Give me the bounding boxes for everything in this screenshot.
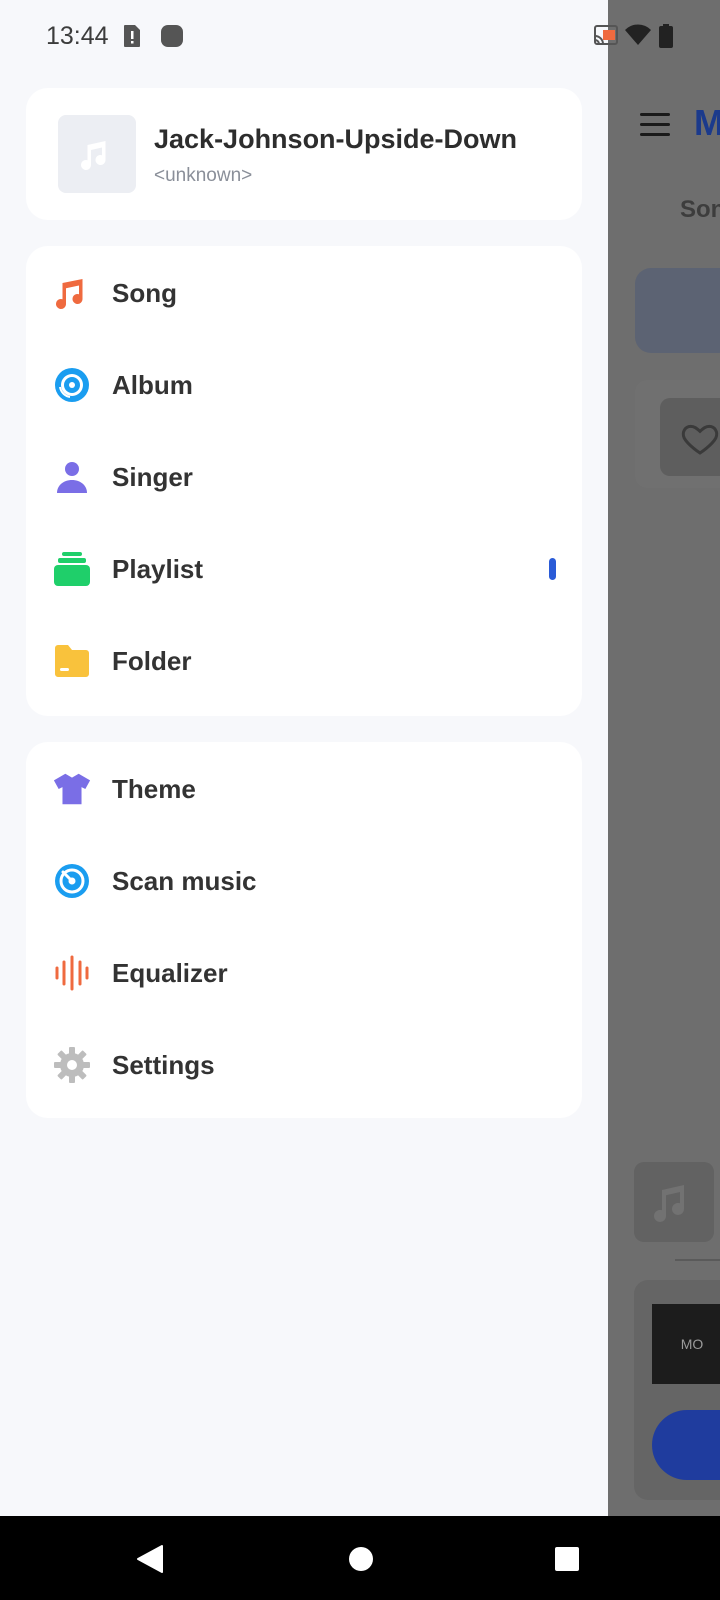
background-divider — [675, 1259, 720, 1261]
menu-item-singer[interactable]: Singer — [26, 430, 582, 524]
home-icon[interactable] — [348, 1546, 374, 1577]
system-navigation-bar — [0, 1516, 720, 1600]
menu-item-label: Scan music — [112, 865, 257, 896]
menu-item-label: Song — [112, 277, 177, 308]
wifi-icon — [625, 24, 651, 51]
menu-item-label: Equalizer — [112, 957, 228, 988]
background-app-title: M — [694, 102, 720, 143]
album-disc-icon — [52, 365, 92, 405]
cast-icon — [593, 24, 619, 51]
scan-icon — [52, 861, 92, 901]
tshirt-icon — [52, 769, 92, 809]
folder-icon — [52, 641, 92, 681]
music-note-icon — [52, 273, 92, 313]
gear-icon — [52, 1045, 92, 1085]
tools-menu: Theme Scan music Equalizer Settings — [26, 742, 582, 1118]
menu-item-label: Singer — [112, 461, 193, 492]
background-song-art — [634, 1162, 714, 1242]
library-menu: Song Album Singer Playlist Folder — [26, 246, 582, 716]
menu-item-label: Settings — [112, 1049, 215, 1080]
status-time: 13:44 — [46, 22, 109, 50]
menu-item-playlist[interactable]: Playlist — [26, 522, 582, 616]
now-playing-title: Jack-Johnson-Upside-Down — [154, 124, 518, 154]
background-mini-label: MO — [652, 1304, 720, 1384]
status-bar: 13:44 — [0, 0, 720, 72]
background-card — [635, 268, 720, 353]
back-icon[interactable] — [136, 1544, 164, 1579]
menu-item-folder[interactable]: Folder — [26, 614, 582, 708]
recents-icon[interactable] — [554, 1546, 580, 1577]
person-icon — [52, 457, 92, 497]
now-playing-artist: <unknown> — [154, 165, 253, 186]
menu-item-song[interactable]: Song — [26, 246, 582, 340]
menu-item-label: Playlist — [112, 553, 204, 584]
menu-item-settings[interactable]: Settings — [26, 1018, 582, 1112]
album-art-placeholder-icon — [58, 115, 136, 193]
menu-item-label: Folder — [112, 645, 192, 676]
app-notification-icon — [160, 24, 184, 53]
battery-icon — [658, 24, 674, 53]
heart-icon — [660, 398, 720, 476]
selected-indicator — [549, 558, 556, 580]
sim-alert-icon — [122, 24, 142, 53]
hamburger-menu-icon — [640, 113, 670, 137]
menu-item-album[interactable]: Album — [26, 338, 582, 432]
playlist-stack-icon — [52, 549, 92, 589]
menu-item-label: Album — [112, 369, 193, 400]
menu-item-equalizer[interactable]: Equalizer — [26, 926, 582, 1020]
menu-item-label: Theme — [112, 773, 196, 804]
now-playing-card[interactable]: Jack-Johnson-Upside-Down <unknown> — [26, 88, 582, 220]
navigation-drawer: Jack-Johnson-Upside-Down <unknown> Song … — [0, 0, 608, 1516]
background-tab-songs: Son — [680, 196, 720, 223]
background-play-pill — [652, 1410, 720, 1480]
equalizer-icon — [52, 953, 92, 993]
menu-item-theme[interactable]: Theme — [26, 742, 582, 836]
menu-item-scan-music[interactable]: Scan music — [26, 834, 582, 928]
